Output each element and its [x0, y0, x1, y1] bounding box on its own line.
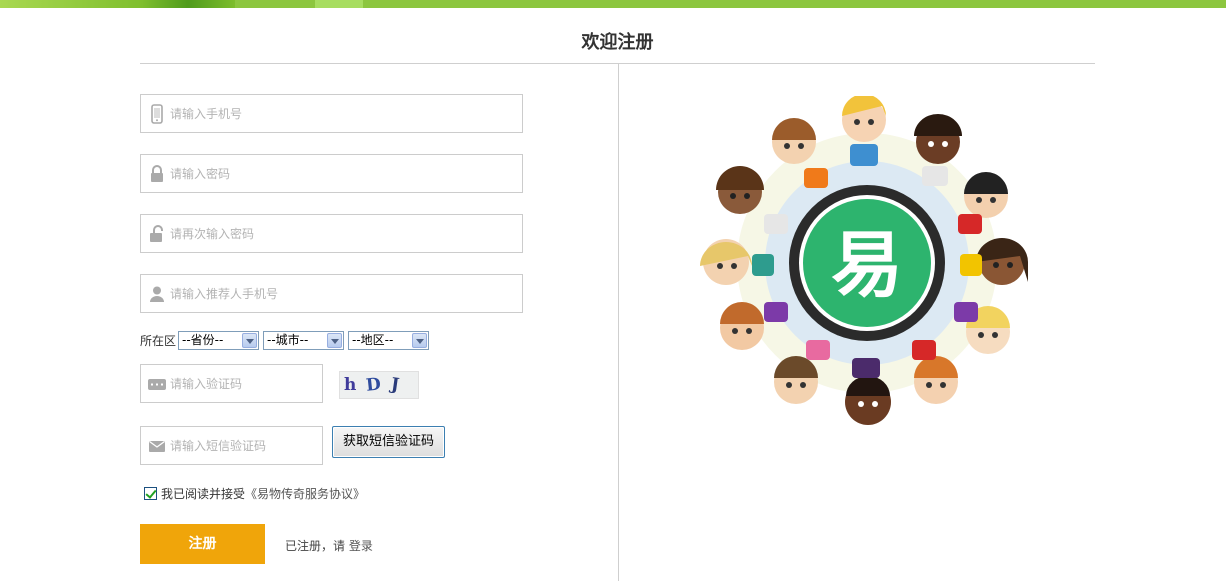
captcha-input[interactable]: [170, 365, 320, 402]
register-button[interactable]: 注册: [140, 524, 265, 564]
chevron-down-icon[interactable]: [327, 332, 343, 348]
agree-checkbox[interactable]: [144, 487, 157, 500]
login-link[interactable]: 登录: [349, 539, 373, 553]
column-divider: [618, 64, 619, 581]
district-select[interactable]: --地区--: [348, 330, 430, 350]
phone-field[interactable]: [140, 94, 523, 133]
agreement-link[interactable]: 《易物传奇服务协议》: [245, 485, 365, 502]
sms-code-field[interactable]: [140, 426, 323, 465]
captcha-field[interactable]: [140, 364, 323, 403]
province-select[interactable]: --省份--: [178, 330, 260, 350]
captcha-char: J: [389, 374, 403, 396]
password-field[interactable]: [140, 154, 523, 193]
captcha-image[interactable]: h D J o: [339, 371, 419, 399]
lock-icon: [151, 165, 163, 182]
page-title: 欢迎注册: [581, 32, 654, 53]
kids-circle-illustration: 易: [700, 96, 1028, 425]
region-row: 所在区 --省份-- --城市-- --地区--: [140, 330, 433, 350]
phone-icon: [151, 104, 163, 124]
password-confirm-field[interactable]: [140, 214, 523, 253]
user-icon: [150, 286, 164, 302]
chevron-down-icon[interactable]: [412, 332, 428, 348]
top-bar-segment: [0, 0, 235, 8]
get-sms-code-button[interactable]: 获取短信验证码: [332, 426, 445, 458]
referrer-input[interactable]: [170, 275, 510, 312]
agree-text: 我已阅读并接受: [161, 487, 246, 501]
agreement-row: 我已阅读并接受 《易物传奇服务协议》: [144, 485, 365, 502]
password-input[interactable]: [170, 155, 510, 192]
top-accent-bar: [0, 0, 1226, 8]
city-select[interactable]: --城市--: [263, 330, 345, 350]
registered-text: 已注册，请: [285, 539, 346, 553]
district-selected-value: --地区--: [352, 332, 394, 347]
keyboard-icon: [148, 379, 166, 390]
sms-code-input[interactable]: [170, 427, 320, 464]
login-hint: 已注册，请 登录: [285, 537, 373, 554]
captcha-char: D: [365, 374, 385, 396]
phone-input[interactable]: [170, 95, 510, 132]
lock-open-icon: [150, 225, 163, 242]
password-confirm-input[interactable]: [170, 215, 510, 252]
province-selected-value: --省份--: [182, 332, 224, 347]
captcha-char: h: [344, 375, 359, 395]
referrer-field[interactable]: [140, 274, 523, 313]
city-selected-value: --城市--: [267, 332, 309, 347]
region-label: 所在区: [140, 333, 177, 348]
top-bar-segment: [315, 0, 363, 8]
mail-icon: [149, 440, 165, 452]
chevron-down-icon[interactable]: [242, 332, 258, 348]
logo-glyph: 易: [831, 222, 903, 307]
